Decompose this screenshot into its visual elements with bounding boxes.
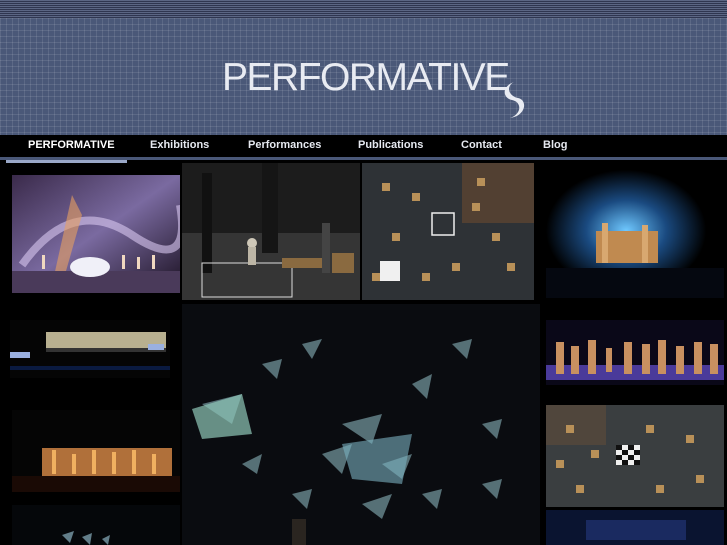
nav-item-publications[interactable]: Publications	[358, 139, 423, 151]
site-header: PERFORMATIVE	[0, 18, 727, 136]
nav-item-exhibitions[interactable]: Exhibitions	[150, 139, 209, 151]
active-nav-underline	[6, 160, 127, 163]
photo-rehearsal-stage[interactable]	[182, 163, 360, 300]
photo-orange-installation[interactable]	[12, 410, 180, 492]
photo-stage-dance[interactable]	[12, 175, 180, 293]
photo-blue-lit-stage[interactable]	[546, 163, 724, 298]
yin-yang-logo-icon	[504, 82, 525, 118]
photo-aerial-checkerboard[interactable]	[546, 405, 724, 507]
top-stripe	[0, 0, 727, 18]
nav-item-performative[interactable]: PERFORMATIVE	[28, 139, 115, 151]
nav-item-performances[interactable]: Performances	[248, 139, 321, 151]
photo-projected-butterflies[interactable]	[182, 304, 540, 545]
photo-blue-bottom[interactable]	[546, 510, 724, 545]
photo-aerial-stage-boxes[interactable]	[362, 163, 534, 300]
nav-item-contact[interactable]: Contact	[461, 139, 502, 151]
photo-projected-shapes-bottom[interactable]	[12, 505, 180, 545]
site-logo-text[interactable]: PERFORMATIVE	[222, 56, 510, 100]
photo-stage-pillars[interactable]	[546, 320, 724, 385]
photo-dark-stage-wall[interactable]	[10, 320, 170, 378]
main-nav: PERFORMATIVE Exhibitions Performances Pu…	[0, 135, 727, 160]
nav-item-blog[interactable]: Blog	[543, 139, 567, 151]
